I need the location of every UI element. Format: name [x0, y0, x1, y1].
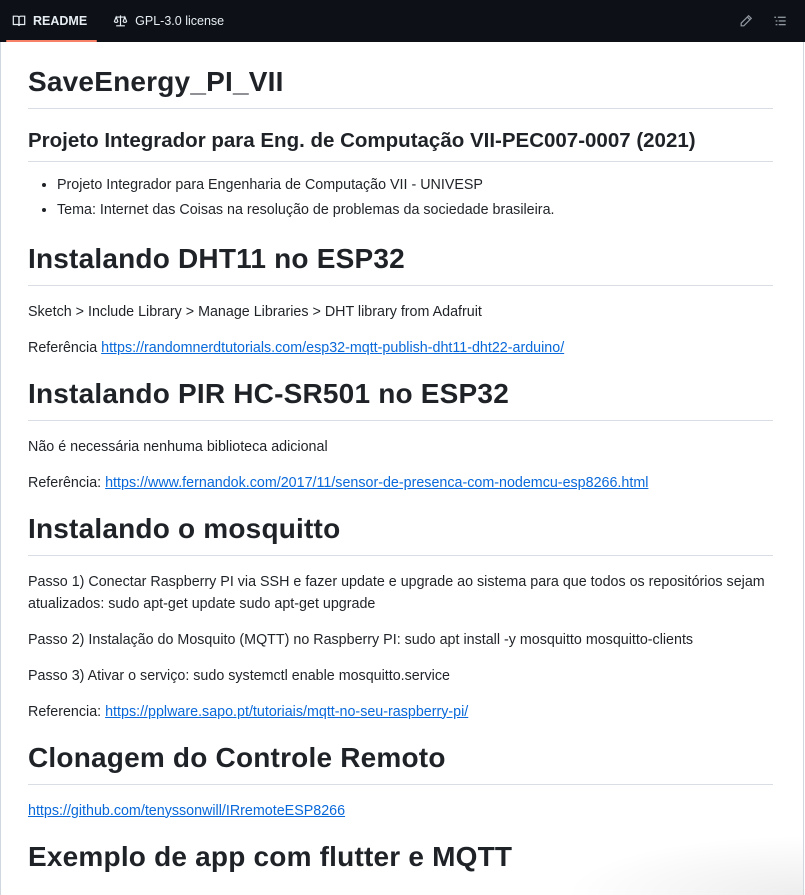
list-item: Tema: Internet das Coisas na resolução d…	[57, 198, 773, 223]
mosquitto-reference-link[interactable]: https://pplware.sapo.pt/tutoriais/mqtt-n…	[105, 704, 468, 720]
mosquitto-reference: Referencia: https://pplware.sapo.pt/tuto…	[28, 701, 773, 723]
intro-list: Projeto Integrador para Engenharia de Co…	[28, 173, 773, 223]
mosquitto-step-2: Passo 2) Instalação do Mosquito (MQTT) n…	[28, 631, 694, 648]
book-icon	[12, 15, 26, 26]
heading-pir: Instalando PIR HC-SR501 no ESP32	[28, 376, 773, 421]
heading-mosquitto: Instalando o mosquitto	[28, 511, 773, 556]
list-icon	[774, 16, 786, 26]
tab-readme[interactable]: README	[0, 0, 99, 42]
outline-button[interactable]	[767, 8, 793, 34]
clone-repo-link[interactable]: https://github.com/tenyssonwill/IRremote…	[28, 803, 345, 819]
tab-license[interactable]: GPL-3.0 license	[101, 0, 236, 42]
pir-instructions: Não é necessária nenhuma biblioteca adic…	[28, 438, 328, 455]
dht-reference-link[interactable]: https://randomnerdtutorials.com/esp32-mq…	[101, 340, 564, 356]
dht-reference: Referência https://randomnerdtutorials.c…	[28, 337, 773, 359]
mosquitto-step-3: Passo 3) Ativar o serviço: sudo systemct…	[28, 667, 450, 684]
readme-content: SaveEnergy_PI_VII Projeto Integrador par…	[0, 42, 804, 895]
scale-icon	[113, 15, 128, 27]
pir-reference: Referência: https://www.fernandok.com/20…	[28, 472, 773, 494]
edit-file-button[interactable]	[733, 8, 759, 34]
heading-dht: Instalando DHT11 no ESP32	[28, 241, 773, 286]
list-item: Projeto Integrador para Engenharia de Co…	[57, 173, 773, 198]
heading-clone-remote: Clonagem do Controle Remoto	[28, 740, 773, 785]
tab-readme-label: README	[33, 14, 88, 28]
readme-tab-bar: README GPL-3.0 license	[0, 0, 805, 42]
reference-label: Referência:	[28, 474, 102, 491]
dht-instructions: Sketch > Include Library > Manage Librar…	[28, 303, 482, 320]
mosquitto-step-1: Passo 1) Conectar Raspberry PI via SSH e…	[28, 573, 765, 612]
tab-license-label: GPL-3.0 license	[135, 14, 225, 28]
reference-label: Referência	[28, 339, 98, 356]
heading-app-example: Exemplo de app com flutter e MQTT	[28, 840, 513, 872]
pencil-icon	[740, 14, 753, 27]
pir-reference-link[interactable]: https://www.fernandok.com/2017/11/sensor…	[105, 475, 648, 491]
readme-subtitle: Projeto Integrador para Eng. de Computaç…	[28, 128, 773, 162]
reference-label: Referencia:	[28, 703, 102, 720]
readme-title: SaveEnergy_PI_VII	[28, 64, 773, 109]
clone-paragraph: https://github.com/tenyssonwill/IRremote…	[28, 800, 773, 822]
